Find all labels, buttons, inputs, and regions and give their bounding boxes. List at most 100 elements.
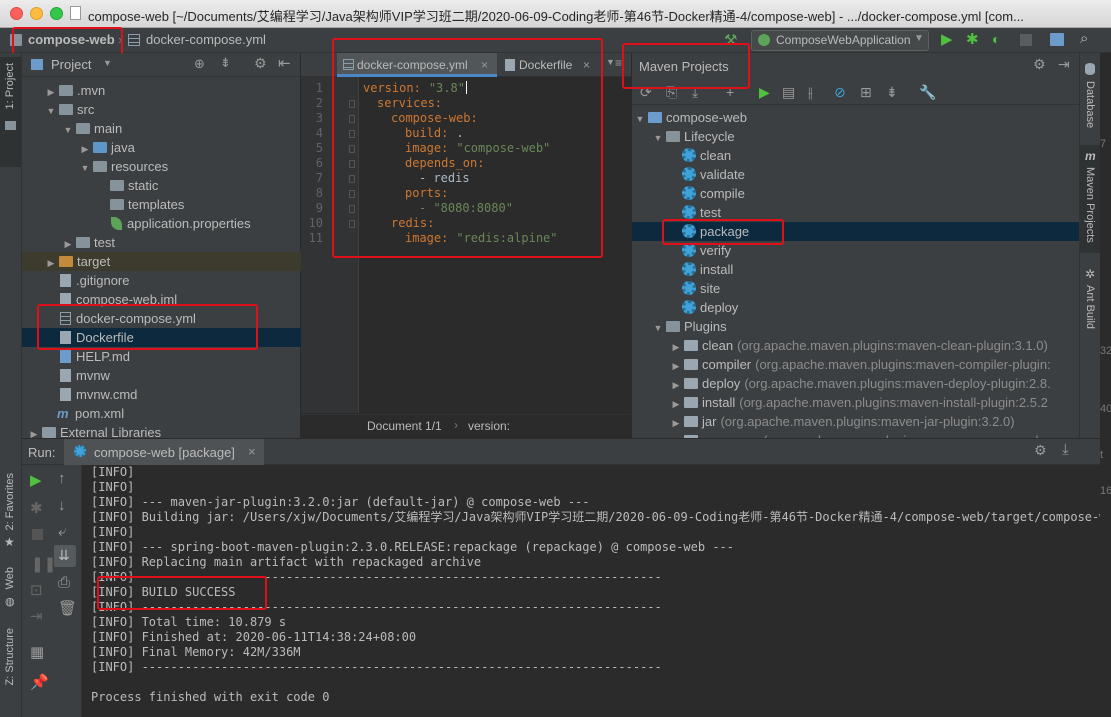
code-line[interactable]: - redis — [419, 171, 470, 185]
gear-icon[interactable]: ⚙ — [254, 55, 267, 72]
collapse-all-icon[interactable]: ⇟ — [220, 55, 231, 71]
run-configuration-select[interactable]: ComposeWebApplication ▼ — [751, 30, 929, 51]
scroll-to-end-toggle[interactable]: ⇊ — [54, 545, 76, 567]
yaml-path-indicator[interactable]: version: — [468, 419, 510, 433]
hide-panel-icon[interactable]: ⇥ — [1058, 56, 1070, 73]
project-tree-item[interactable]: .gitignore — [45, 271, 129, 290]
project-tree-item[interactable]: ▼ src — [45, 100, 95, 121]
expanded-arrow-icon[interactable]: ▼ — [62, 121, 74, 140]
hide-panel-icon[interactable]: ⤓ — [1062, 441, 1069, 458]
project-tree-item[interactable]: mvnw.cmd — [45, 385, 137, 404]
project-tree-item[interactable]: ▶ test — [62, 233, 115, 252]
project-tree-item[interactable]: ▶ .mvn — [45, 81, 106, 100]
project-structure-icon[interactable] — [1050, 33, 1064, 46]
project-tree-item[interactable]: static — [96, 176, 158, 195]
code-line[interactable]: compose-web: — [391, 111, 478, 125]
maven-goal-package[interactable]: package — [632, 222, 1080, 241]
project-tree-item[interactable]: compose-web.iml — [45, 290, 177, 309]
close-tab-icon[interactable]: × — [583, 53, 590, 77]
debug-bug-icon[interactable]: ✱ — [966, 30, 979, 48]
collapse-all-icon[interactable]: ⇟ — [886, 84, 898, 101]
rerun-icon[interactable]: ▶ — [30, 471, 42, 489]
expanded-arrow-icon[interactable]: ▼ — [45, 102, 57, 121]
pause-icon[interactable]: ❚❚ — [31, 555, 56, 573]
project-tree-item[interactable]: application.properties — [96, 214, 251, 233]
gear-icon[interactable]: ⚙ — [1033, 56, 1046, 73]
debug-icon[interactable]: ✱ — [30, 499, 43, 517]
fold-marker-icon[interactable] — [349, 205, 355, 213]
code-line[interactable]: version: "3.8" — [363, 81, 467, 95]
skip-tests-icon[interactable]: ⊘ — [834, 84, 846, 101]
print-icon[interactable]: ⎙ — [58, 574, 70, 591]
tab-dockerfile[interactable]: Dockerfile × — [499, 53, 609, 77]
maven-tool-tab[interactable]: m Maven Projects — [1080, 145, 1100, 253]
wrench-icon[interactable]: 🔧 — [919, 84, 936, 101]
stop-icon[interactable] — [32, 529, 43, 540]
fold-marker-icon[interactable] — [349, 160, 355, 168]
fold-marker-icon[interactable] — [349, 100, 355, 108]
hide-panel-icon[interactable]: ⇤ — [278, 54, 291, 72]
code-line[interactable]: redis: — [391, 216, 434, 230]
maven-lifecycle-group[interactable]: ▼ Lifecycle — [632, 127, 1080, 146]
code-line[interactable]: - "8080:8080" — [419, 201, 513, 215]
code-line[interactable]: depends_on: — [405, 156, 484, 170]
gear-icon[interactable]: ⚙ — [1034, 442, 1047, 459]
project-panel-title[interactable]: Project — [51, 57, 91, 72]
tab-list-chevron-icon[interactable]: ▼ — [606, 57, 615, 67]
fold-marker-icon[interactable] — [349, 190, 355, 198]
close-tab-icon[interactable]: × — [481, 53, 488, 77]
run-icon[interactable]: ▶ — [941, 30, 953, 48]
database-tool-tab[interactable]: Database — [1080, 57, 1100, 137]
show-dependencies-icon[interactable]: ⊞ — [860, 84, 872, 101]
fold-marker-icon[interactable] — [349, 130, 355, 138]
chevron-down-icon[interactable]: ▼ — [103, 58, 112, 68]
generate-sources-icon[interactable]: ⎘ — [666, 84, 677, 101]
maven-plugin-clean[interactable]: ▶ clean (org.apache.maven.plugins:maven-cl… — [632, 336, 1080, 355]
search-icon[interactable]: ⌕ — [1080, 30, 1088, 47]
run-maven-build-icon[interactable]: ▶ — [759, 84, 770, 101]
maven-goal-validate[interactable]: validate — [632, 165, 1080, 184]
scroll-up-icon[interactable]: ↑ — [58, 470, 66, 487]
run-tab[interactable]: compose-web [package] × — [64, 439, 264, 465]
breadcrumb-file[interactable]: docker-compose.yml — [146, 32, 266, 47]
maven-plugin-install[interactable]: ▶ install (org.apache.maven.plugins:maven-… — [632, 393, 1080, 412]
web-tool-tab[interactable]: Web ◍ — [0, 563, 21, 623]
maven-goal-compile[interactable]: compile — [632, 184, 1080, 203]
stop-icon[interactable] — [1020, 34, 1032, 46]
download-icon[interactable]: ⤓ — [692, 84, 698, 101]
fold-marker-icon[interactable] — [349, 175, 355, 183]
code-line[interactable]: build:. — [405, 126, 464, 140]
project-tree-item[interactable]: Dockerfile — [22, 328, 301, 347]
run-configuration-icon[interactable]: ▤ — [782, 84, 795, 101]
maven-root-item[interactable]: ▼ compose-web — [632, 108, 1080, 127]
maven-plugins-group[interactable]: ▼ Plugins — [632, 317, 1080, 336]
favorites-tool-tab[interactable]: 2: Favorites ★ — [0, 473, 21, 573]
run-with-coverage-icon[interactable]: ◐ — [992, 31, 1000, 47]
fold-marker-icon[interactable] — [349, 115, 355, 123]
close-window-button[interactable] — [10, 7, 23, 20]
document-indicator[interactable]: Document 1/1 — [367, 419, 442, 433]
run-console[interactable]: [INFO] [INFO] [INFO] --- maven-jar-plugin:… — [82, 465, 1100, 717]
project-tree-item[interactable]: HELP.md — [45, 347, 130, 366]
project-tree-item[interactable]: ▼ main — [62, 119, 123, 140]
maximize-window-button[interactable] — [50, 7, 63, 20]
code-line[interactable]: image: "redis:alpine" — [405, 231, 558, 245]
maven-goal-clean[interactable]: clean — [632, 146, 1080, 165]
project-tree-item[interactable]: ▶ java — [79, 138, 135, 157]
project-tree-item[interactable]: docker-compose.yml — [45, 309, 196, 328]
close-tab-icon[interactable]: × — [248, 444, 256, 459]
project-tree-item[interactable]: mvnw — [45, 366, 110, 385]
breadcrumb-project[interactable]: compose-web — [28, 32, 115, 47]
maven-plugin-deploy[interactable]: ▶ deploy (org.apache.maven.plugins:maven-d… — [632, 374, 1080, 393]
reimport-icon[interactable]: ⟳ — [640, 84, 652, 101]
project-tree-item[interactable]: ▶ target — [22, 252, 301, 271]
project-tree-item[interactable]: ▼ resources — [79, 157, 169, 176]
maven-goal-test[interactable]: test — [632, 203, 1080, 222]
tab-list-icon[interactable]: ≡ — [615, 56, 622, 70]
maven-goal-verify[interactable]: verify — [632, 241, 1080, 260]
add-icon[interactable]: + — [726, 84, 734, 100]
minimize-window-button[interactable] — [30, 7, 43, 20]
scroll-from-source-icon[interactable]: ⊕ — [194, 56, 205, 72]
fold-marker-icon[interactable] — [349, 220, 355, 228]
maven-goal-deploy[interactable]: deploy — [632, 298, 1080, 317]
